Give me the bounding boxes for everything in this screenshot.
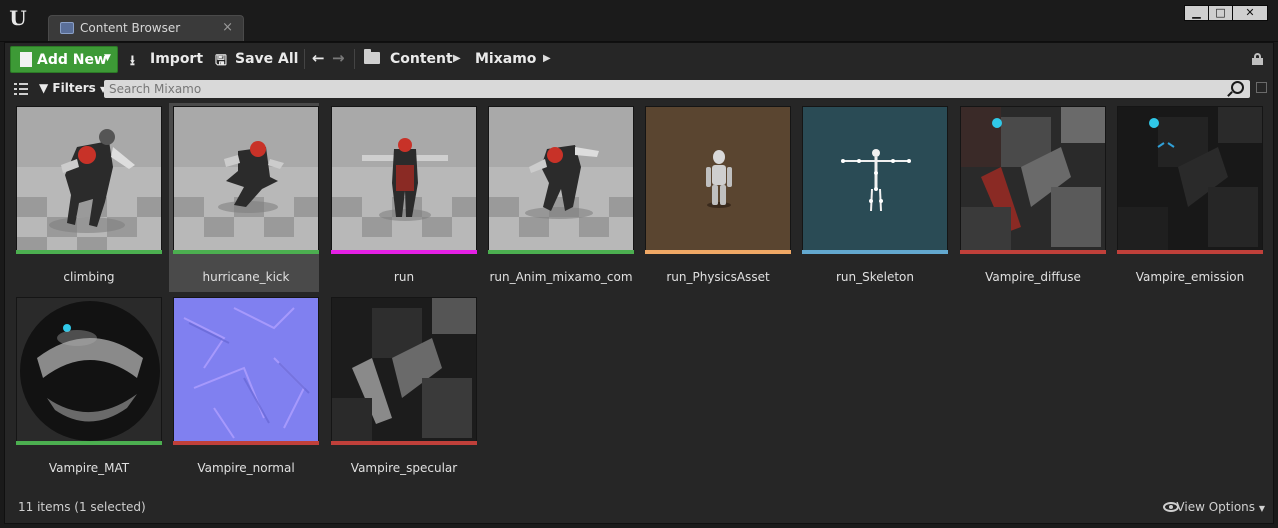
asset-name: Vampire_MAT [48, 461, 130, 475]
asset-thumbnail [16, 106, 162, 252]
asset-name: run_PhysicsAsset [666, 270, 770, 284]
asset-name: Vampire_emission [1135, 270, 1245, 284]
asset-thumbnail [16, 297, 162, 443]
asset-name: Vampire_specular [350, 461, 458, 475]
import-icon: ⭳ [130, 53, 135, 69]
chevron-right-icon[interactable]: ▶ [453, 53, 461, 64]
asset-tile-vampire-specular[interactable]: Vampire_specular [327, 294, 477, 483]
asset-name: climbing [63, 270, 115, 284]
save-all-label: Save All [235, 51, 299, 67]
close-icon: ✕ [1245, 6, 1255, 19]
new-document-icon [20, 52, 32, 67]
asset-tile-climbing[interactable]: climbing [12, 103, 162, 292]
asset-tile-run-anim-mixamo-com[interactable]: run_Anim_mixamo_com [484, 103, 634, 292]
chevron-down-icon: ▼ [1258, 504, 1265, 513]
tab-close-icon[interactable]: × [222, 20, 233, 35]
divider [304, 49, 305, 69]
forward-arrow-icon[interactable]: → [332, 49, 345, 67]
close-window-button[interactable]: ✕ [1233, 6, 1267, 20]
asset-thumbnail [802, 106, 948, 252]
asset-type-strip [645, 250, 791, 254]
asset-type-strip [16, 441, 162, 445]
filters-label: Filters [52, 81, 96, 95]
asset-name: run_Skeleton [835, 270, 915, 284]
add-new-label: Add New [37, 52, 107, 68]
asset-tile-hurricane-kick[interactable]: hurricane_kick [169, 103, 319, 292]
tab-content-browser[interactable]: Content Browser × [48, 15, 244, 41]
asset-tile-vampire-normal[interactable]: Vampire_normal [169, 294, 319, 483]
chevron-down-icon: ▼ [104, 53, 111, 63]
asset-grid: climbing hurricane_kick run run_Anim_mix… [5, 101, 1273, 491]
asset-thumbnail [960, 106, 1106, 252]
search-input[interactable]: Search Mixamo [104, 80, 1250, 98]
save-icon: 🖫 [215, 53, 227, 69]
import-button[interactable]: ⭳ Import [130, 46, 204, 73]
import-label: Import [150, 51, 204, 67]
asset-type-strip [16, 250, 162, 254]
asset-type-strip [802, 250, 948, 254]
add-new-button[interactable]: Add New ▼ [10, 46, 118, 73]
asset-name: run [393, 270, 415, 284]
content-browser-panel: Add New ▼ ⭳ Import 🖫 Save All ← → Conten… [4, 42, 1274, 524]
minimize-icon: ▁ [1192, 6, 1201, 19]
view-options-label: View Options [1176, 500, 1256, 514]
title-bar: U Content Browser × ▁ □ ✕ [0, 0, 1278, 42]
folder-icon[interactable] [364, 49, 380, 64]
asset-name: Vampire_normal [197, 461, 295, 475]
status-bar: 11 items (1 selected) View Options ▼ [5, 491, 1273, 523]
minimize-button[interactable]: ▁ [1185, 6, 1209, 20]
filters-button[interactable]: ▼ Filters ▼ [39, 81, 106, 95]
asset-tile-vampire-diffuse[interactable]: Vampire_diffuse [956, 103, 1106, 292]
asset-name: hurricane_kick [202, 270, 290, 284]
filter-bar: ▼ Filters ▼ Search Mixamo [5, 77, 1273, 101]
asset-thumbnail [331, 106, 477, 252]
asset-type-strip [1117, 250, 1263, 254]
asset-thumbnail [173, 297, 319, 443]
asset-tile-run-skeleton[interactable]: run_Skeleton [798, 103, 948, 292]
asset-thumbnail [331, 297, 477, 443]
asset-thumbnail [1117, 106, 1263, 252]
save-all-button[interactable]: 🖫 Save All [215, 46, 299, 73]
maximize-icon: □ [1215, 6, 1226, 19]
asset-type-strip [488, 250, 634, 254]
chevron-right-icon[interactable]: ▶ [543, 53, 551, 64]
asset-tile-vampire-emission[interactable]: Vampire_emission [1113, 103, 1263, 292]
asset-thumbnail [173, 106, 319, 252]
content-browser-icon [60, 22, 74, 34]
asset-thumbnail [488, 106, 634, 252]
asset-type-strip [173, 441, 319, 445]
search-placeholder: Search Mixamo [109, 82, 202, 96]
asset-type-strip [331, 250, 477, 254]
asset-type-strip [173, 250, 319, 254]
divider [354, 49, 355, 69]
sources-toggle-icon[interactable] [14, 83, 28, 95]
toolbar: Add New ▼ ⭳ Import 🖫 Save All ← → Conten… [5, 43, 1273, 75]
asset-tile-vampire-mat[interactable]: Vampire_MAT [12, 294, 162, 483]
search-icon[interactable] [1231, 81, 1244, 94]
lock-icon[interactable] [1252, 53, 1263, 65]
asset-tile-run[interactable]: run [327, 103, 477, 292]
breadcrumb-content[interactable]: Content [390, 51, 453, 67]
maximize-button[interactable]: □ [1209, 6, 1233, 20]
item-count: 11 items (1 selected) [18, 500, 146, 514]
save-search-icon[interactable] [1256, 82, 1267, 93]
tab-label: Content Browser [80, 21, 181, 35]
filter-icon: ▼ [39, 81, 49, 95]
asset-tile-run-physicsasset[interactable]: run_PhysicsAsset [641, 103, 791, 292]
unreal-logo-icon: U [9, 6, 27, 30]
view-options-button[interactable]: View Options ▼ [1176, 500, 1265, 514]
back-arrow-icon[interactable]: ← [312, 49, 325, 67]
asset-type-strip [960, 250, 1106, 254]
asset-thumbnail [645, 106, 791, 252]
asset-name: Vampire_diffuse [985, 270, 1081, 284]
window-controls: ▁ □ ✕ [1184, 5, 1268, 21]
asset-name: run_Anim_mixamo_com [489, 270, 633, 284]
breadcrumb-mixamo[interactable]: Mixamo [475, 51, 536, 67]
asset-type-strip [331, 441, 477, 445]
